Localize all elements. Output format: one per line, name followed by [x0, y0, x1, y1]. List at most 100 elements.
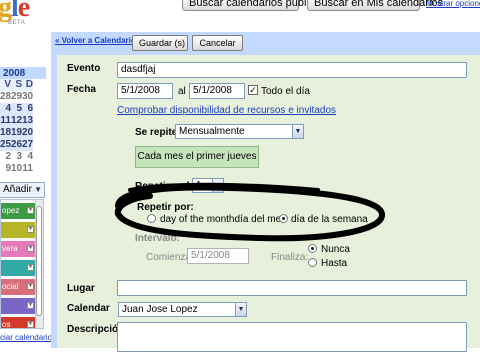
mini-calendar-day[interactable]: 19 [11, 127, 22, 139]
repeats-select-value: Mensualmente [179, 126, 245, 137]
calendar-select-value: Juan Jose Lopez [122, 304, 198, 315]
mini-calendar-day[interactable]: 30 [22, 91, 33, 103]
mini-calendar-weekday: D [22, 79, 33, 91]
mini-calendar-day[interactable]: 10 [11, 163, 22, 175]
ends-never-label: Nunca [321, 244, 350, 255]
back-to-calendar-link[interactable]: « Volver a Calendario [55, 36, 136, 45]
cancel-button[interactable]: Cancelar [192, 35, 243, 51]
calendar-label: Calendar [67, 303, 110, 314]
all-day-label: Todo el día [261, 86, 310, 97]
save-button[interactable]: Guardar (s) [132, 35, 188, 51]
date-label: Fecha [67, 84, 96, 95]
mini-calendar-day[interactable]: 4 [0, 103, 11, 115]
mini-calendar-day[interactable]: 6 [22, 103, 33, 115]
mini-calendar-day[interactable]: 29 [11, 91, 22, 103]
date-range-separator: al [178, 86, 186, 97]
repeat-every-label: Repetir cada: [135, 181, 199, 192]
search-my-calendars-button[interactable]: Buscar en Mis calendarios [307, 0, 443, 11]
calendar-list-item[interactable]: ocial ▼ [1, 279, 37, 295]
mini-calendar-day[interactable]: 20 [22, 127, 33, 139]
mini-calendar-day[interactable]: 13 [22, 115, 33, 127]
all-day-checkbox[interactable]: ✓ [248, 85, 258, 95]
repeat-by-label: Repetir por: [137, 202, 194, 213]
mini-calendar-day[interactable]: 2 [0, 151, 11, 163]
mini-calendar-day[interactable]: 11 [22, 163, 33, 175]
range-start-input[interactable]: 5/1/2008 [187, 248, 249, 264]
range-ends-label: Finaliza: [271, 252, 309, 263]
scrollbar-thumb[interactable] [36, 206, 42, 316]
calendar-select[interactable]: Juan Jose Lopez ▼ [118, 302, 247, 317]
where-input[interactable] [117, 280, 467, 296]
mini-calendar-weekday: V [0, 79, 11, 91]
mini-calendar-week: 456 [0, 103, 46, 115]
show-options-link[interactable]: Mostrar opciones [426, 0, 480, 8]
check-resources-link[interactable]: Comprobar disponibilidad de recursos e i… [117, 105, 336, 116]
where-label: Lugar [67, 283, 95, 294]
mini-calendar-day[interactable]: 5 [11, 103, 22, 115]
repeat-by-day-of-month-label: day of the monthdía del mes [160, 214, 287, 225]
mini-calendar-week: 25 26 27 [0, 139, 46, 151]
mini-calendar-day[interactable]: 11 [0, 115, 11, 127]
repeat-every-select[interactable]: 1 ▼ [192, 178, 224, 193]
calendar-list-item-label: ocial [2, 282, 19, 291]
calendar-menu-arrow-icon[interactable]: ▼ [27, 226, 34, 233]
calendar-list-item[interactable]: ▼ [1, 260, 37, 276]
ends-never-radio[interactable] [308, 244, 317, 253]
mini-calendar-day[interactable]: 28 [0, 91, 11, 103]
mini-calendar-day[interactable]: 25 [0, 139, 11, 151]
calendar-list-item-label: opez [2, 206, 20, 215]
mini-calendar-year: 2008 [3, 68, 26, 79]
mini-calendar-day[interactable]: 26 [11, 139, 22, 151]
calendar-menu-arrow-icon[interactable]: ▼ [27, 302, 34, 309]
recurrence-summary-button[interactable]: Cada mes el primer jueves [135, 146, 259, 168]
calendar-list-item[interactable]: ▼ [1, 298, 37, 314]
manage-calendars-link[interactable]: ciar calendarios [0, 333, 56, 342]
calendar-list-item[interactable]: vera ▼ [1, 241, 37, 257]
repeats-select[interactable]: Mensualmente ▼ [175, 124, 304, 139]
repeats-label: Se repite: [135, 127, 181, 138]
dropdown-arrow-icon: ▼ [34, 185, 42, 194]
calendar-menu-arrow-icon[interactable]: ▼ [27, 245, 34, 252]
calendar-menu-arrow-icon[interactable]: ▼ [27, 264, 34, 271]
select-arrow-icon: ▼ [292, 125, 303, 138]
repeat-by-day-of-week-radio[interactable] [279, 214, 288, 223]
start-date-input[interactable]: 5/1/2008 [117, 83, 173, 99]
ends-until-label: Hasta [321, 258, 348, 269]
select-arrow-icon: ▼ [235, 303, 246, 316]
mini-calendar-weekday: S [11, 79, 22, 91]
calendar-list-item[interactable]: ▼ [1, 222, 37, 238]
calendar-list-item[interactable]: os ▼ [1, 317, 37, 329]
search-public-calendars-button[interactable]: Buscar calendarios públicos [182, 0, 326, 11]
mini-calendar-day[interactable]: 4 [22, 151, 33, 163]
calendar-list-item[interactable]: opez ▼ [1, 203, 37, 219]
mini-calendar-day[interactable]: 12 [11, 115, 22, 127]
mini-calendar-week: 18 19 20 [0, 127, 46, 139]
mini-calendar-weekday-row: VSD [0, 79, 46, 91]
repeat-by-day-of-week-label: día de la semana [291, 214, 368, 225]
event-title-label: Evento [67, 63, 101, 74]
calendar-list-item-label: vera [2, 244, 18, 253]
calendar-menu-arrow-icon[interactable]: ▼ [27, 283, 34, 290]
end-date-input[interactable]: 5/1/2008 [189, 83, 245, 99]
range-label: Intervalo: [135, 233, 181, 244]
ends-until-radio[interactable] [308, 258, 317, 267]
mini-calendar-week: 28 29 30 [0, 91, 46, 103]
add-calendar-button[interactable]: Añadir ▼ [0, 182, 45, 198]
repeat-by-day-of-month-radio[interactable] [147, 214, 156, 223]
mini-calendar-week: 9 10 11 [0, 163, 46, 175]
mini-calendar: V S D 28 29 30 4 5 6 11 12 13 18 19 20 25 26 27 2 3 4 9 10 11 [0, 79, 46, 175]
mini-calendar-day[interactable]: 27 [22, 139, 33, 151]
calendar-menu-arrow-icon[interactable]: ▼ [27, 321, 34, 328]
mini-calendar-week: 11 12 13 [0, 115, 46, 127]
mini-calendar-day[interactable]: 3 [11, 151, 22, 163]
repeat-every-value: 1 [196, 180, 202, 191]
mini-calendar-day[interactable]: 9 [0, 163, 11, 175]
event-title-input[interactable]: dasdfjaj [117, 62, 467, 78]
select-arrow-icon: ▼ [212, 179, 223, 192]
description-label: Descripción [67, 324, 125, 335]
calendar-menu-arrow-icon[interactable]: ▼ [27, 207, 34, 214]
repeat-every-unit: mes [229, 181, 248, 192]
mini-calendar-week: 234 [0, 151, 46, 163]
calendar-list-item-label: os [2, 320, 11, 329]
mini-calendar-day[interactable]: 18 [0, 127, 11, 139]
